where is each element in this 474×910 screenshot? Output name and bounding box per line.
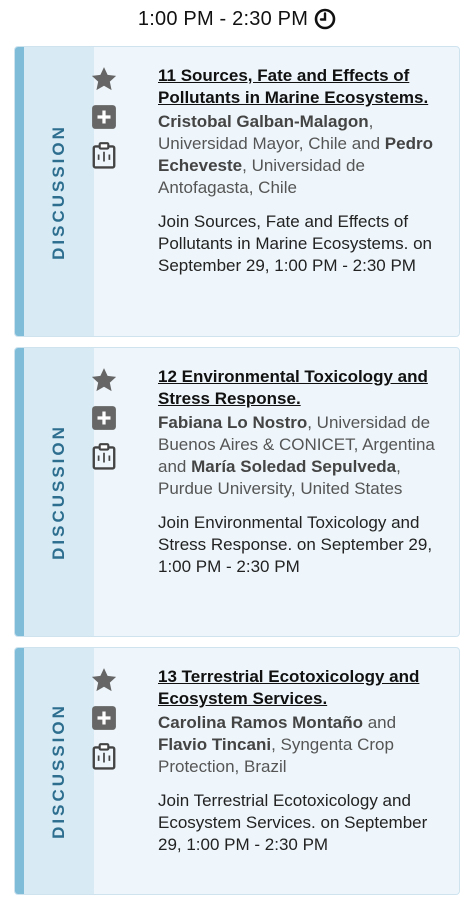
clipboard-icon[interactable] — [89, 141, 119, 169]
session-actions — [89, 666, 119, 770]
star-icon[interactable] — [89, 65, 119, 93]
card-accent-bar — [15, 47, 24, 336]
session-join-text: Join Terrestrial Ecotoxicology and Ecosy… — [158, 791, 428, 854]
session-actions — [89, 366, 119, 470]
speaker-affiliation: and — [362, 713, 397, 732]
session-join-text: Join Sources, Fate and Effects of Pollut… — [158, 212, 433, 275]
speaker-name: Flavio Tincani — [158, 735, 272, 754]
star-icon[interactable] — [89, 666, 119, 694]
session-title-link[interactable]: 12 Environmental Toxicology and Stress R… — [158, 366, 445, 410]
session-title-link[interactable]: 11 Sources, Fate and Effects of Pollutan… — [158, 65, 445, 109]
session-type-column: DISCUSSION — [24, 648, 94, 894]
speaker-name: Cristobal Galban-Malagon — [158, 112, 369, 131]
clipboard-icon[interactable] — [89, 442, 119, 470]
session-actions — [89, 65, 119, 169]
session-speakers: Carolina Ramos Montaño and Flavio Tincan… — [158, 712, 445, 778]
card-accent-bar — [15, 348, 24, 636]
session-card[interactable]: DISCUSSION 13 Terrestrial Ecotoxicology … — [14, 647, 460, 895]
session-type-column: DISCUSSION — [24, 47, 94, 336]
add-to-schedule-icon[interactable] — [89, 103, 119, 131]
session-type-label: DISCUSSION — [49, 123, 69, 260]
clipboard-icon[interactable] — [89, 742, 119, 770]
session-speakers: Cristobal Galban-Malagon, Universidad Ma… — [158, 111, 445, 199]
clock-icon — [314, 8, 336, 30]
session-type-column: DISCUSSION — [24, 348, 94, 636]
session-title-link[interactable]: 13 Terrestrial Ecotoxicology and Ecosyst… — [158, 666, 445, 710]
session-card[interactable]: DISCUSSION 12 Environmental Toxicology a… — [14, 347, 460, 637]
session-details: 13 Terrestrial Ecotoxicology and Ecosyst… — [158, 666, 445, 856]
speaker-name: María Soledad Sepulveda — [191, 457, 397, 476]
time-slot-label: 1:00 PM - 2:30 PM — [137, 7, 309, 30]
session-type-label: DISCUSSION — [49, 424, 69, 560]
session-type-label: DISCUSSION — [49, 703, 69, 839]
star-icon[interactable] — [89, 366, 119, 394]
session-details: 12 Environmental Toxicology and Stress R… — [158, 366, 445, 578]
speaker-name: Fabiana Lo Nostro — [158, 413, 308, 432]
session-card[interactable]: DISCUSSION 11 Sources, Fate and Effects … — [14, 46, 460, 337]
session-speakers: Fabiana Lo Nostro, Universidad de Buenos… — [158, 412, 445, 500]
add-to-schedule-icon[interactable] — [89, 404, 119, 432]
session-details: 11 Sources, Fate and Effects of Pollutan… — [158, 65, 445, 277]
speaker-name: Carolina Ramos Montaño — [158, 713, 363, 732]
session-join-text: Join Environmental Toxicology and Stress… — [158, 513, 433, 576]
add-to-schedule-icon[interactable] — [89, 704, 119, 732]
card-accent-bar — [15, 648, 24, 894]
time-slot-header: 1:00 PM - 2:30 PM — [0, 0, 474, 36]
